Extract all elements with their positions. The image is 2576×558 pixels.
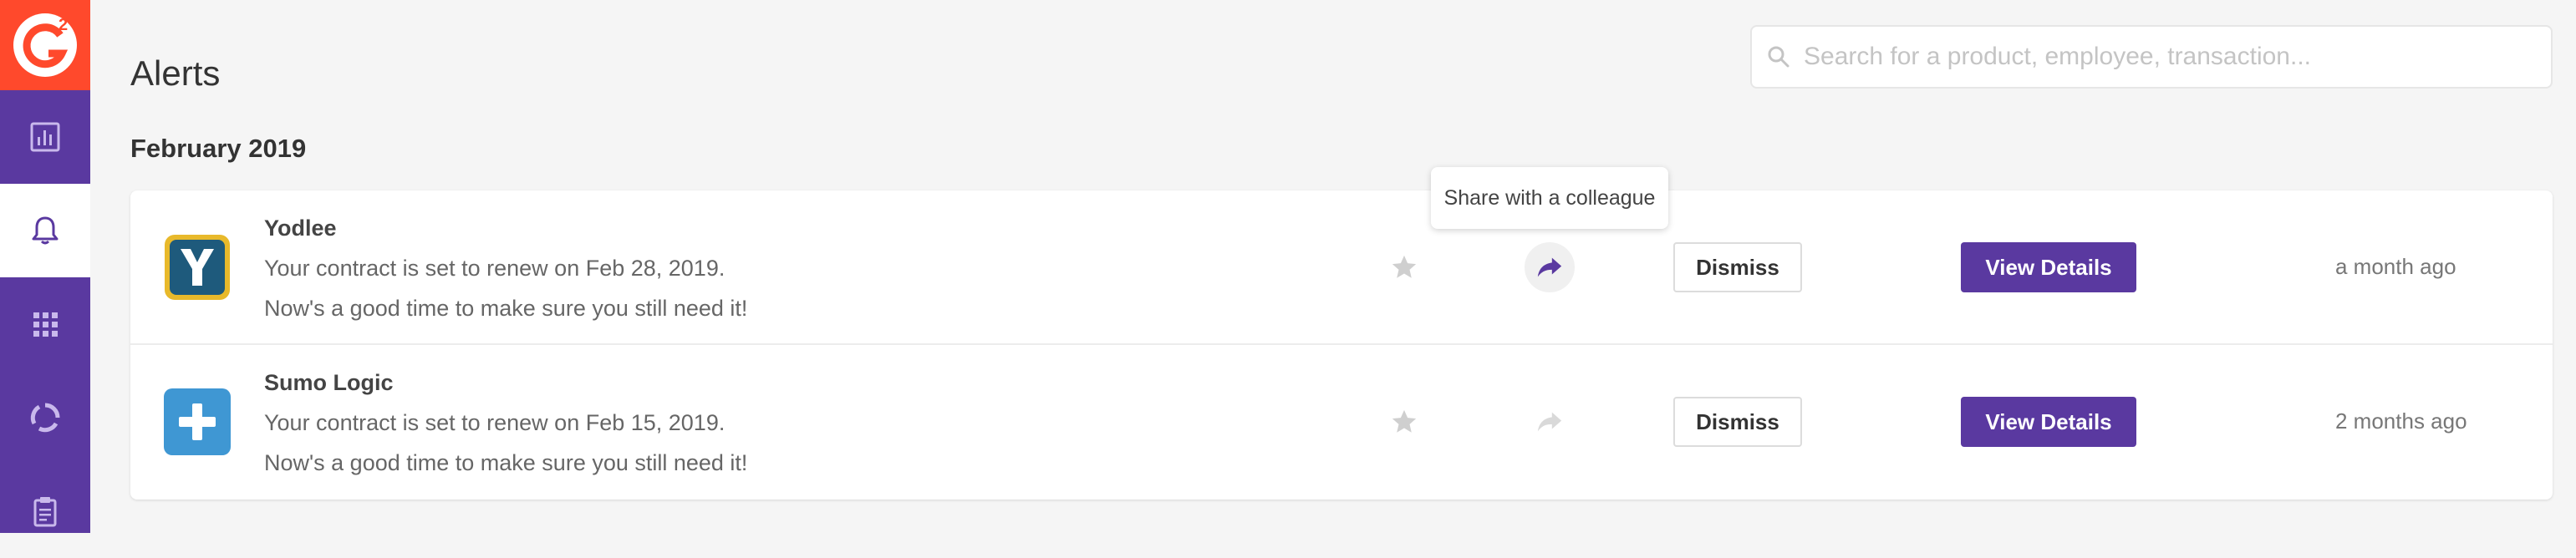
circle-progress-icon bbox=[30, 403, 60, 433]
alert-suggestion: Now's a good time to make sure you still… bbox=[264, 296, 748, 321]
sumo-logic-logo-icon bbox=[164, 388, 231, 455]
search-input[interactable] bbox=[1802, 42, 2521, 72]
page-title: Alerts bbox=[130, 53, 221, 93]
dismiss-button[interactable]: Dismiss bbox=[1673, 242, 1802, 292]
share-arrow-icon bbox=[1537, 412, 1562, 432]
share-button[interactable] bbox=[1525, 397, 1575, 447]
vendor-name: Yodlee bbox=[264, 216, 337, 241]
sidebar-item-renewals[interactable] bbox=[0, 371, 90, 464]
alert-message: Your contract is set to renew on Feb 15,… bbox=[264, 410, 725, 435]
view-details-button[interactable]: View Details bbox=[1961, 397, 2136, 447]
view-details-button[interactable]: View Details bbox=[1961, 242, 2136, 292]
yodlee-logo-icon bbox=[165, 235, 230, 300]
vendor-name: Sumo Logic bbox=[264, 370, 394, 395]
alert-row: Sumo Logic Your contract is set to renew… bbox=[130, 345, 2553, 500]
sidebar-item-apps[interactable] bbox=[0, 277, 90, 371]
alert-suggestion: Now's a good time to make sure you still… bbox=[264, 450, 748, 475]
alert-timestamp: 2 months ago bbox=[2335, 408, 2467, 434]
bar-chart-icon bbox=[30, 122, 60, 152]
search-icon bbox=[1768, 46, 1789, 68]
alert-message: Your contract is set to renew on Feb 28,… bbox=[264, 256, 725, 281]
favorite-button[interactable] bbox=[1386, 249, 1423, 286]
svg-text:2: 2 bbox=[59, 16, 68, 34]
share-tooltip: Share with a colleague bbox=[1431, 167, 1668, 229]
search-box[interactable] bbox=[1750, 25, 2553, 89]
share-arrow-icon bbox=[1537, 257, 1562, 277]
sidebar: 2 bbox=[0, 0, 90, 533]
bell-icon bbox=[32, 216, 59, 245]
star-icon bbox=[1392, 409, 1417, 433]
favorite-button[interactable] bbox=[1386, 403, 1423, 440]
sidebar-item-reports[interactable] bbox=[0, 90, 90, 184]
sidebar-item-tasks[interactable] bbox=[0, 464, 90, 558]
alert-row: Yodlee Your contract is set to renew on … bbox=[130, 190, 2553, 345]
dismiss-button[interactable]: Dismiss bbox=[1673, 397, 1802, 447]
alert-timestamp: a month ago bbox=[2335, 254, 2456, 279]
g2-logo-icon: 2 bbox=[13, 13, 77, 77]
section-title: February 2019 bbox=[130, 134, 307, 163]
sidebar-item-alerts[interactable] bbox=[0, 184, 90, 277]
grid-icon bbox=[33, 312, 58, 337]
clipboard-icon bbox=[33, 497, 57, 527]
g2-logo[interactable]: 2 bbox=[0, 0, 90, 90]
share-button[interactable] bbox=[1525, 242, 1575, 292]
alerts-card: Yodlee Your contract is set to renew on … bbox=[130, 190, 2553, 500]
star-icon bbox=[1392, 255, 1417, 278]
